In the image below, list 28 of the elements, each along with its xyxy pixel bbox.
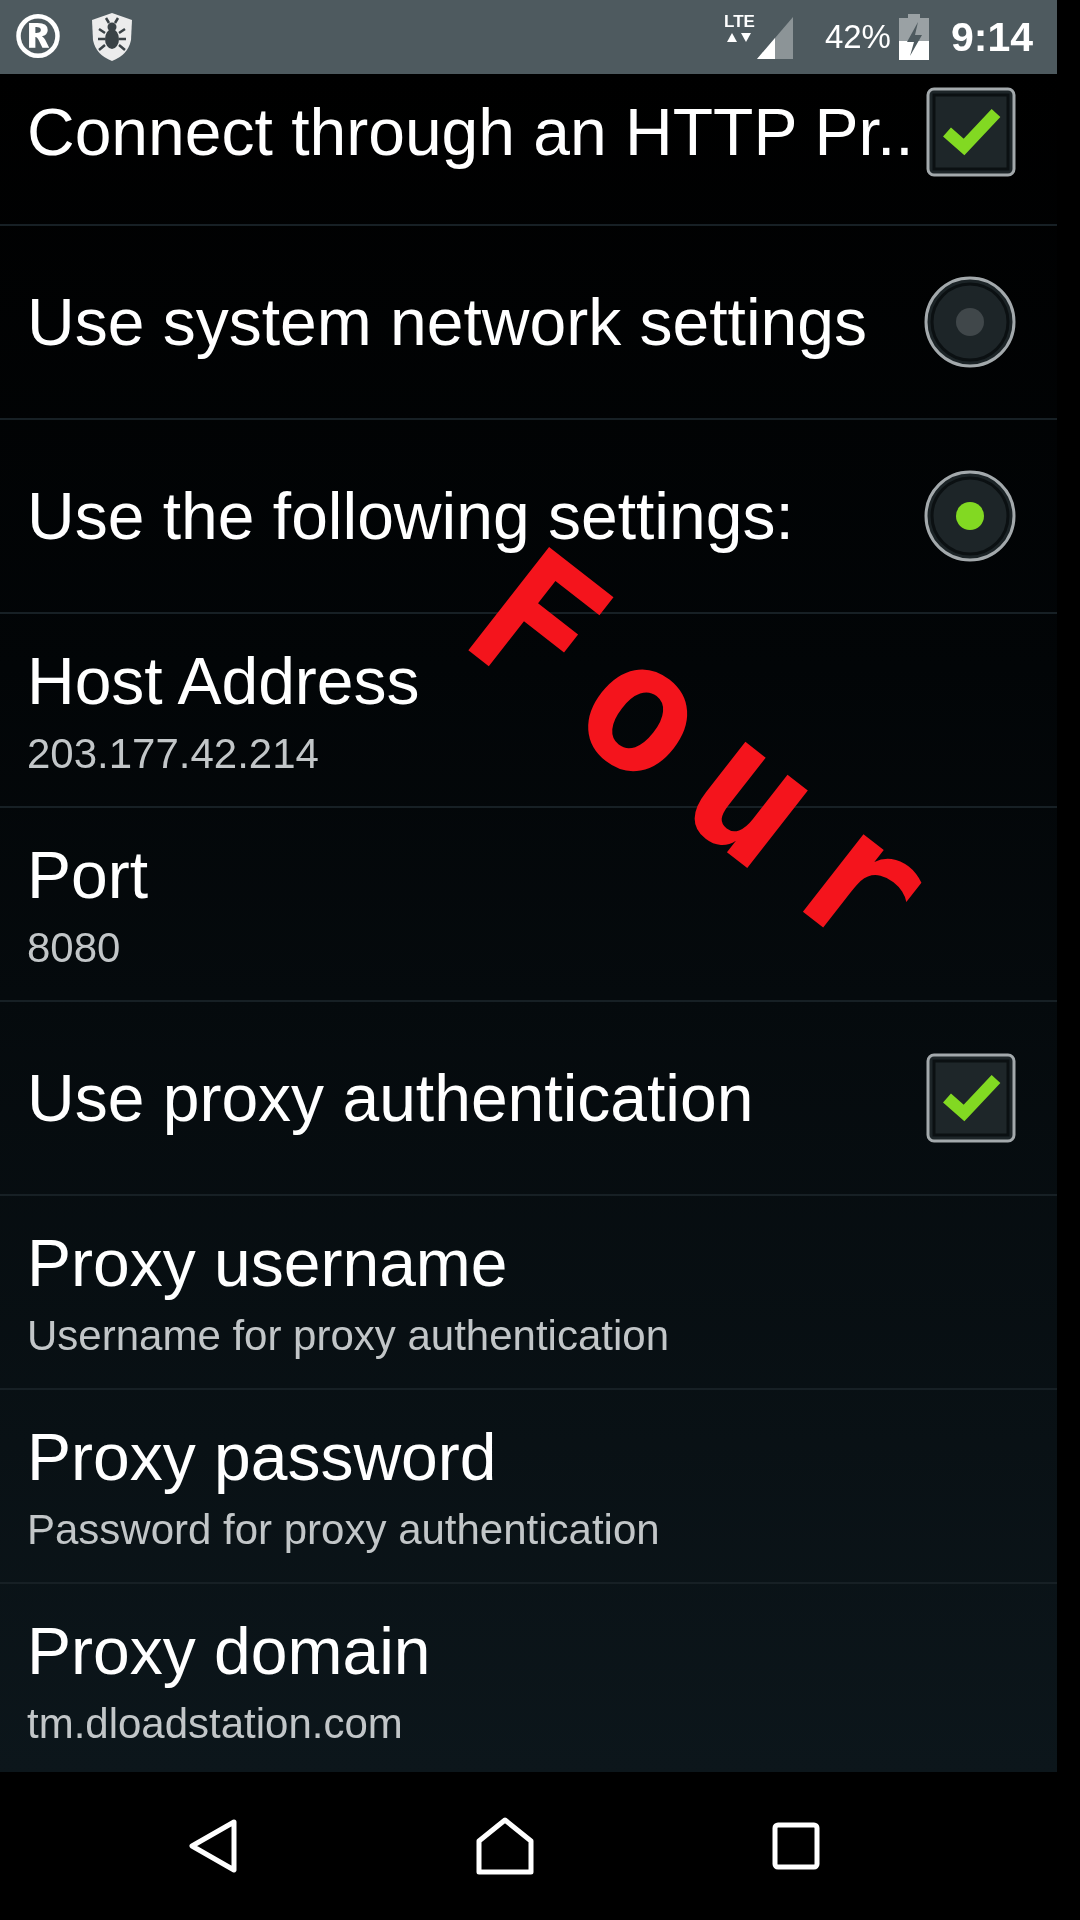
setting-title[interactable]: Host Address	[27, 641, 420, 721]
data-arrows-icon	[727, 32, 752, 43]
setting-summary: tm.dloadstation.com	[27, 1699, 403, 1749]
setting-title[interactable]: Proxy password	[27, 1417, 497, 1497]
setting-title[interactable]: Use proxy authentication	[27, 1058, 754, 1138]
home-icon[interactable]	[475, 1817, 535, 1875]
back-icon[interactable]	[188, 1818, 238, 1874]
bug-shield-icon	[90, 12, 134, 62]
setting-title[interactable]: Use system network settings	[27, 282, 867, 362]
registered-icon: ®	[8, 7, 68, 67]
setting-summary: 203.177.42.214	[27, 729, 319, 779]
signal-icon	[756, 17, 793, 59]
setting-title[interactable]: Connect through an HTTP Pr..	[27, 92, 914, 172]
battery-percent: 42%	[824, 17, 891, 57]
setting-title[interactable]: Proxy username	[27, 1223, 508, 1303]
recents-icon[interactable]	[772, 1822, 820, 1870]
setting-title[interactable]: Port	[27, 835, 149, 915]
setting-summary: 8080	[27, 923, 121, 973]
battery-icon	[898, 14, 929, 60]
clock: 9:14	[950, 13, 1033, 61]
checkbox[interactable]	[926, 87, 1016, 177]
radio-button[interactable]	[924, 470, 1016, 562]
radio-button[interactable]	[924, 276, 1016, 368]
setting-title[interactable]: Proxy domain	[27, 1611, 431, 1691]
setting-summary: Username for proxy authentication	[27, 1311, 669, 1361]
checkbox[interactable]	[926, 1053, 1016, 1143]
setting-summary: Password for proxy authentication	[27, 1505, 660, 1555]
network-type-label: LTE	[724, 15, 755, 29]
